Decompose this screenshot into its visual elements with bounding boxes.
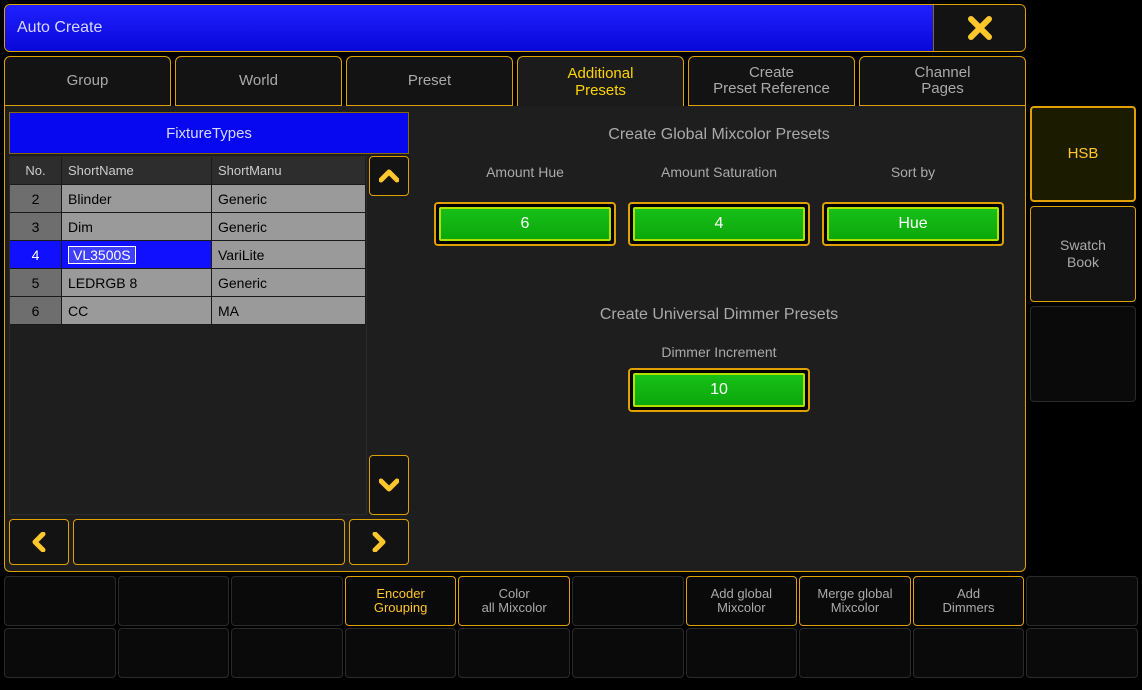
softkey-blank[interactable]	[4, 576, 116, 626]
hscroll-track[interactable]	[73, 519, 345, 565]
tab-row: Group World Preset Additional Presets Cr…	[4, 56, 1026, 106]
softkey-add-dimmers[interactable]: Add Dimmers	[913, 576, 1025, 626]
sort-by-label: Sort by	[822, 164, 1004, 180]
cell-shortname: VL3500S	[62, 241, 212, 269]
chevron-up-icon	[379, 169, 399, 183]
softkey-blank[interactable]	[118, 576, 230, 626]
softkey-row-2	[4, 628, 1138, 678]
softkey-blank[interactable]	[118, 628, 230, 678]
cell-shortmanu: MA	[212, 297, 366, 325]
chevron-down-icon	[379, 478, 399, 492]
table-row[interactable]: 3DimGeneric	[10, 213, 366, 241]
softkey-blank[interactable]	[686, 628, 798, 678]
tab-world[interactable]: World	[175, 56, 342, 106]
softkey-row-1: Encoder GroupingColor all Mixcolor Add gl…	[4, 576, 1138, 626]
dimmer-section-title: Create Universal Dimmer Presets	[423, 306, 1015, 324]
main-panel: FixtureTypes No. ShortName ShortManu 2Bl…	[4, 106, 1026, 572]
softkey-blank[interactable]	[1026, 576, 1138, 626]
fixture-types-header: FixtureTypes	[9, 112, 409, 154]
amount-hue-label: Amount Hue	[434, 164, 616, 180]
table-row[interactable]: 5LEDRGB 8Generic	[10, 269, 366, 297]
cell-shortmanu: Generic	[212, 213, 366, 241]
dimmer-increment-button[interactable]: 10	[628, 368, 810, 412]
tab-additional-presets[interactable]: Additional Presets	[517, 56, 684, 108]
tab-preset[interactable]: Preset	[346, 56, 513, 106]
softkey-merge-global-mixcolor[interactable]: Merge global Mixcolor	[799, 576, 911, 626]
swatch-book-button[interactable]: Swatch Book	[1030, 206, 1136, 302]
scroll-down-button[interactable]	[369, 455, 409, 515]
softkey-blank[interactable]	[458, 628, 570, 678]
table-header-row: No. ShortName ShortManu	[10, 157, 366, 185]
softkey-blank[interactable]	[572, 628, 684, 678]
cell-no: 3	[10, 213, 62, 241]
tab-group[interactable]: Group	[4, 56, 171, 106]
amount-saturation-value: 4	[633, 207, 805, 241]
scroll-up-button[interactable]	[369, 156, 409, 196]
cell-shortname: Dim	[62, 213, 212, 241]
softkey-add-global-mixcolor[interactable]: Add global Mixcolor	[686, 576, 798, 626]
softkey-blank[interactable]	[231, 576, 343, 626]
fixture-vscroll	[369, 156, 409, 515]
fixture-hscroll	[9, 519, 409, 565]
side-blank-button[interactable]	[1030, 306, 1136, 402]
amount-saturation-label: Amount Saturation	[628, 164, 810, 180]
cell-shortmanu: Generic	[212, 269, 366, 297]
softkey-blank[interactable]	[1026, 628, 1138, 678]
table-row[interactable]: 4VL3500SVariLite	[10, 241, 366, 269]
cell-no: 5	[10, 269, 62, 297]
amount-hue-value: 6	[439, 207, 611, 241]
sort-by-value: Hue	[827, 207, 999, 241]
softkey-blank[interactable]	[572, 576, 684, 626]
chevron-right-icon	[372, 532, 386, 552]
mixcolor-section-title: Create Global Mixcolor Presets	[423, 126, 1015, 144]
cell-shortmanu: Generic	[212, 185, 366, 213]
amount-saturation-button[interactable]: 4	[628, 202, 810, 246]
table-row[interactable]: 2BlinderGeneric	[10, 185, 366, 213]
col-shortname: ShortName	[62, 157, 212, 185]
table-row[interactable]: 6CCMA	[10, 297, 366, 325]
col-shortmanu: ShortManu	[212, 157, 366, 185]
softkey-blank[interactable]	[913, 628, 1025, 678]
scroll-right-button[interactable]	[349, 519, 409, 565]
scroll-track[interactable]	[369, 196, 409, 455]
cell-shortmanu: VariLite	[212, 241, 366, 269]
presets-parameters-pane: Create Global Mixcolor Presets Amount Hu…	[413, 106, 1025, 571]
side-button-column: HSB Swatch Book	[1030, 106, 1136, 402]
softkey-color-all-mixcolor[interactable]: Color all Mixcolor	[458, 576, 570, 626]
fixture-types-pane: FixtureTypes No. ShortName ShortManu 2Bl…	[5, 106, 413, 571]
close-icon	[966, 14, 994, 42]
cell-no: 4	[10, 241, 62, 269]
sort-by-button[interactable]: Hue	[822, 202, 1004, 246]
dimmer-increment-value: 10	[633, 373, 805, 407]
softkey-blank[interactable]	[4, 628, 116, 678]
col-no: No.	[10, 157, 62, 185]
fixture-types-table[interactable]: No. ShortName ShortManu 2BlinderGeneric3…	[9, 156, 367, 515]
softkey-blank[interactable]	[231, 628, 343, 678]
cell-shortname: LEDRGB 8	[62, 269, 212, 297]
hsb-button[interactable]: HSB	[1030, 106, 1136, 202]
cell-no: 2	[10, 185, 62, 213]
window-title: Auto Create	[5, 5, 933, 51]
scroll-left-button[interactable]	[9, 519, 69, 565]
cell-shortname: CC	[62, 297, 212, 325]
softkey-blank[interactable]	[345, 628, 457, 678]
tab-create-preset-reference[interactable]: Create Preset Reference	[688, 56, 855, 106]
close-button[interactable]	[933, 5, 1025, 51]
cell-no: 6	[10, 297, 62, 325]
tab-channel-pages[interactable]: Channel Pages	[859, 56, 1026, 106]
dimmer-increment-label: Dimmer Increment	[423, 344, 1015, 360]
softkey-encoder-grouping[interactable]: Encoder Grouping	[345, 576, 457, 626]
amount-hue-button[interactable]: 6	[434, 202, 616, 246]
chevron-left-icon	[32, 532, 46, 552]
softkey-blank[interactable]	[799, 628, 911, 678]
cell-shortname: Blinder	[62, 185, 212, 213]
